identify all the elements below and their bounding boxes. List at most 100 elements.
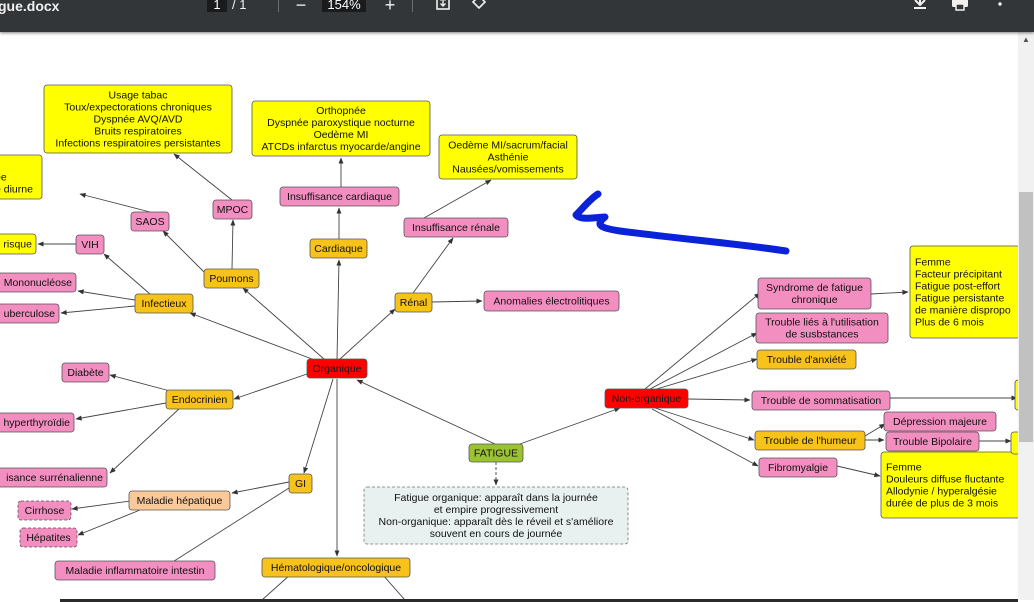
- node-label: Nausées/vomissements: [452, 164, 563, 176]
- node-note: Fatigue organique: apparaît dans la jour…: [363, 486, 629, 545]
- node-label: Femme: [915, 257, 951, 269]
- node-insuffisance-cardiaque: Insuffisance cardiaque: [279, 186, 400, 207]
- connector-arrow: [173, 153, 233, 201]
- connector-arrow: [644, 292, 761, 390]
- node-label: chronique: [791, 294, 837, 306]
- connector-arrow: [649, 358, 758, 392]
- node-label: Fibromyalgie: [768, 462, 828, 474]
- node-maladie-inflammatoire: Maladie inflammatoire intestin: [54, 560, 216, 581]
- connector-arrow: [870, 289, 909, 295]
- node-label: ATCDs infarctus myocarde/angine: [261, 141, 420, 153]
- node-label: Insuffisance cardiaque: [287, 191, 392, 203]
- node-cardiaque-box: OrthopnéeDyspnée paroxystique nocturneOe…: [251, 100, 431, 157]
- node-label: Toux/expectorations chroniques: [64, 102, 212, 114]
- connector-arrow: [423, 179, 492, 219]
- fit-page-icon[interactable]: [432, 0, 454, 14]
- node-organique: Organique: [306, 358, 368, 379]
- connector-arrow: [303, 378, 334, 474]
- node-label: Fatigue post-effort: [915, 281, 1000, 293]
- node-label: Douleurs diffuse fluctante: [886, 474, 1004, 486]
- node-trouble-substances: Trouble liés à l'utilisationde susbstanc…: [755, 312, 889, 344]
- connector-arrow: [75, 402, 167, 421]
- node-fatigue: FATIGUE: [468, 443, 524, 463]
- connector-arrow: [356, 379, 496, 445]
- node-label: Hématologique/oncologique: [271, 562, 401, 574]
- node-label: Fatigue organique: apparaît dans la jour…: [394, 492, 598, 504]
- node-label: e diurne: [0, 184, 33, 196]
- scroll-up-icon[interactable]: ▲: [1018, 35, 1034, 44]
- node-label: Facteur précipitant: [915, 269, 1002, 281]
- node-tuberculose: uberculose: [0, 303, 60, 324]
- page-number-input[interactable]: 1: [207, 0, 227, 12]
- node-saos: SAOS: [130, 211, 170, 232]
- node-label: Plus de 6 mois: [915, 317, 984, 329]
- connector-arrow: [649, 332, 758, 390]
- connector-arrow: [412, 237, 454, 294]
- node-label: Dyspnée paroxystique nocturne: [267, 117, 415, 129]
- node-insuffisance-renale: Insuffisance rénale: [403, 217, 509, 238]
- node-label: souvent en cours de journée: [430, 528, 563, 540]
- zoom-in-button[interactable]: +: [379, 0, 401, 14]
- rotate-icon[interactable]: [468, 0, 490, 14]
- connector-arrow: [77, 289, 136, 301]
- vertical-scrollbar[interactable]: ▲: [1018, 32, 1034, 600]
- node-label: Trouble liés à l'utilisation: [765, 317, 879, 329]
- node-label: Endocrinien: [172, 394, 228, 406]
- connector-arrow: [230, 219, 236, 270]
- download-icon[interactable]: [909, 0, 931, 14]
- node-label: Fatigue persistante: [915, 293, 1004, 305]
- connector-arrow: [651, 408, 759, 467]
- node-label: Usage tabac: [109, 90, 168, 102]
- node-syndrome: Syndrome de fatiguechronique: [757, 277, 872, 310]
- node-label: Cardiaque: [314, 243, 363, 255]
- print-icon[interactable]: [949, 0, 971, 14]
- node-label: Maladie hépatique: [137, 495, 223, 507]
- connector-arrow: [654, 407, 755, 441]
- node-label: Oedème MI: [314, 129, 369, 141]
- connector-arrow: [71, 500, 131, 511]
- node-label: Cirrhose: [25, 505, 65, 517]
- node-cirrhose: Cirrhose: [17, 500, 72, 521]
- connector-arrow: [864, 423, 886, 437]
- node-label: Asthénie: [488, 152, 529, 164]
- node-hemato: Hématologique/oncologique: [261, 557, 411, 578]
- node-label: MPOC: [217, 204, 249, 216]
- zoom-out-button[interactable]: −: [290, 0, 312, 14]
- node-label: Femme: [886, 462, 922, 474]
- connector-arrow: [79, 192, 151, 213]
- node-maladie-hepatique: Maladie hépatique: [128, 490, 231, 511]
- connector-arrow: [431, 298, 483, 304]
- node-label: SAOS: [135, 216, 164, 228]
- document-title: gue.docx: [0, 0, 60, 14]
- node-surrenalienne: isance surrénalienne: [0, 467, 108, 488]
- connector-arrow: [231, 481, 290, 495]
- node-label: GI: [295, 478, 306, 490]
- node-hepatites: Hépatites: [19, 527, 78, 548]
- node-depression: Dépression majeure: [883, 411, 997, 432]
- node-label: Allodynie / hyperalgésie: [886, 486, 997, 498]
- connector-arrow: [836, 465, 881, 478]
- node-label: hyperthyroïdie: [3, 417, 70, 429]
- zoom-input[interactable]: 154%: [322, 0, 366, 12]
- scrollbar-thumb[interactable]: [1019, 192, 1033, 442]
- more-vert-icon[interactable]: [989, 0, 1011, 14]
- node-poumons: Poumons: [203, 268, 260, 289]
- connector-arrow: [339, 308, 396, 360]
- connector-arrow: [162, 230, 206, 274]
- node-label: Mononucléose: [4, 277, 72, 289]
- node-label: durée de plus de 3 mois: [886, 498, 998, 510]
- node-humeur: Trouble de l'humeur: [754, 430, 866, 451]
- node-label: Orthopnée: [316, 105, 366, 117]
- connector-arrow: [60, 305, 136, 315]
- node-saos-box: séee diurne: [0, 154, 43, 200]
- node-mononucleose: Mononucléose: [0, 272, 77, 293]
- node-vih-box: risque: [0, 233, 37, 255]
- node-label: uberculose: [4, 308, 56, 320]
- connector-arrow: [109, 374, 171, 392]
- page-total: / 1: [232, 0, 247, 12]
- node-label: Bruits respiratoires: [94, 126, 182, 138]
- connector-arrow: [109, 407, 181, 474]
- node-label: Poumons: [209, 273, 253, 285]
- node-label: Dyspnée AVQ/AVD: [94, 114, 183, 126]
- node-fibro-box: FemmeDouleurs diffuse fluctanteAllodynie…: [880, 451, 1018, 519]
